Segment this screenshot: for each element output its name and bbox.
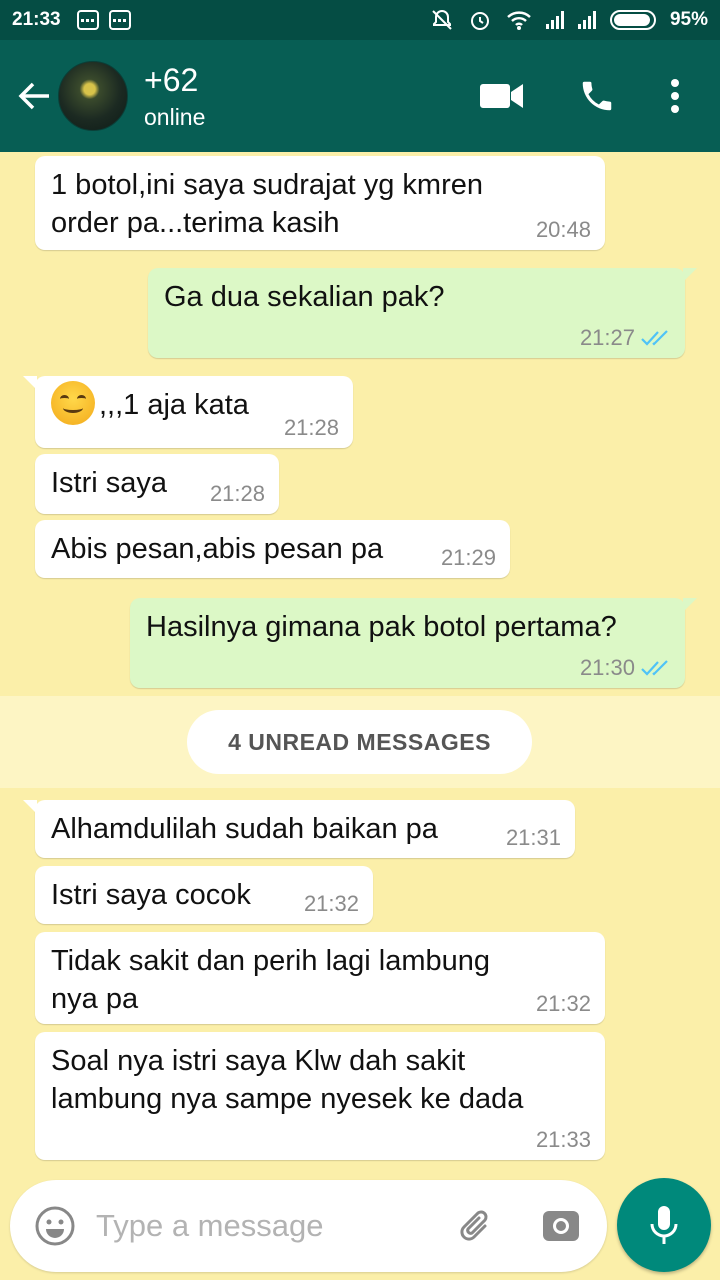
message-text: nya pa [51,983,139,1015]
message-text: Tidak sakit dan perih lagi lambung [51,945,491,977]
video-call-icon[interactable] [480,82,524,110]
message-bubble-incoming[interactable]: ,,,1 aja kata 21:28 [23,376,353,448]
message-text: Alhamdulilah sudah baikan pa [51,813,438,845]
message-text: order pa...terima kasih [51,207,340,239]
message-text: Hasilnya gimana pak botol pertama? [146,611,617,643]
message-input-placeholder: Type a message [96,1208,324,1243]
message-bubble-outgoing[interactable]: Hasilnya gimana pak botol pertama? 21:30 [130,598,697,688]
composer-bar: Type a message [0,1172,720,1280]
message-bubble-incoming[interactable]: Alhamdulilah sudah baikan pa 21:31 [23,800,575,858]
wifi-icon [507,11,531,30]
message-time: 20:48 [535,217,591,242]
bbm-notification-icon [76,10,99,30]
message-text: Abis pesan,abis pesan pa [51,533,384,565]
double-check-icon [641,330,668,346]
message-bubble-incoming[interactable]: Abis pesan,abis pesan pa 21:29 [35,520,510,578]
contact-status: online [144,103,206,130]
contact-name: +62 [144,61,199,98]
attach-icon[interactable] [457,1206,497,1246]
back-arrow-icon[interactable] [14,76,54,116]
message-text: ,,,1 aja kata [99,389,249,421]
double-check-icon [641,660,668,676]
signal-icon [545,11,564,29]
avatar[interactable] [58,61,128,131]
alarm-icon [470,12,489,30]
status-time: 21:33 [12,9,61,30]
smiling-face-emoji-icon [51,381,95,426]
message-time: 21:32 [535,991,591,1016]
message-time: 21:31 [505,825,561,850]
message-bubble-incoming[interactable]: Tidak sakit dan perih lagi lambung nya p… [35,932,605,1024]
status-bar: 21:33 95% [0,0,720,40]
message-text: Soal nya istri saya Klw dah sakit [51,1045,466,1077]
message-time: 21:33 [535,1127,591,1152]
chat-header: +62 online [0,40,720,152]
message-text: 1 botol,ini saya sudrajat yg kmren [51,169,483,201]
unread-messages-badge: 4 UNREAD MESSAGES [187,710,532,774]
message-list: 1 botol,ini saya sudrajat yg kmren order… [0,152,720,1172]
message-bubble-incoming[interactable]: Soal nya istri saya Klw dah sakit lambun… [35,1032,605,1160]
message-time: 21:30 [580,656,671,680]
emoji-icon[interactable] [34,1205,76,1247]
bbm-notification-icon [108,10,131,30]
message-time: 21:29 [440,545,496,570]
message-input-field[interactable]: Type a message [10,1180,607,1272]
message-time: 21:28 [283,415,339,440]
mic-button[interactable] [617,1178,711,1272]
mic-icon [650,1206,678,1244]
message-bubble-incoming[interactable]: Istri saya 21:28 [35,454,279,514]
contact-info[interactable]: +62 online [144,62,205,131]
message-time: 21:27 [580,326,671,350]
phone-icon[interactable] [578,77,616,115]
battery-percent: 95% [669,9,708,30]
battery-icon [609,10,656,30]
message-text: Ga dua sekalian pak? [164,281,445,313]
signal-icon [577,11,596,29]
message-text: lambung nya sampe nyesek ke dada [51,1083,524,1115]
message-bubble-incoming[interactable]: Istri saya cocok 21:32 [35,866,373,924]
camera-icon[interactable] [541,1206,581,1246]
message-time: 21:28 [209,481,265,506]
more-vert-icon[interactable] [670,78,680,114]
message-bubble-outgoing[interactable]: Ga dua sekalian pak? 21:27 [148,268,697,358]
message-time: 21:32 [303,891,359,916]
message-bubble-incoming[interactable]: 1 botol,ini saya sudrajat yg kmren order… [35,156,605,250]
mute-icon [432,9,452,30]
unread-divider: 4 UNREAD MESSAGES [0,696,720,788]
